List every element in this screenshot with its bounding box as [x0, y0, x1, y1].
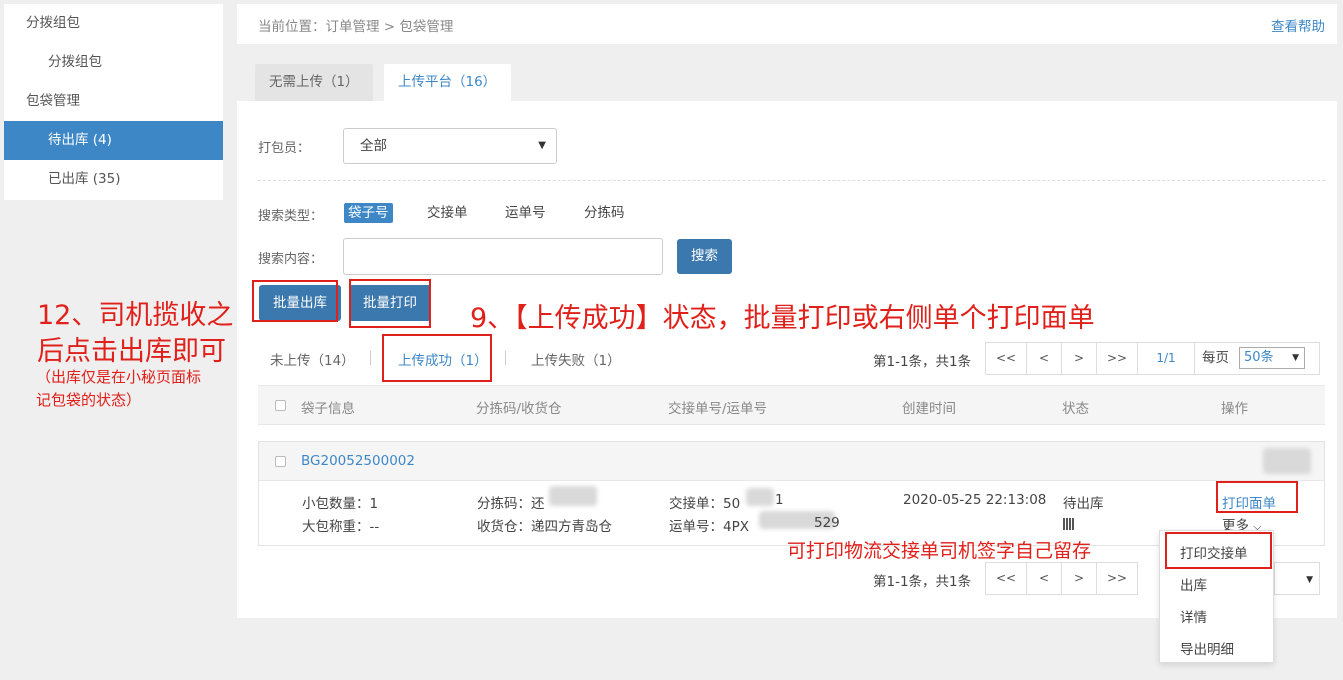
sidebar-item-pending-outbound[interactable]: 待出库 (4) — [4, 121, 223, 160]
highlight-batch-print — [349, 279, 431, 328]
receiving-warehouse: 收货仓：递四方青岛仓 — [477, 519, 612, 535]
sidebar-item-group-packing-sub[interactable]: 分拨组包 — [4, 43, 223, 82]
menu-item-outbound[interactable]: 出库 — [1180, 574, 1207, 594]
menu-item-details[interactable]: 详情 — [1180, 606, 1207, 626]
big-package-weight: 大包称重：-- — [302, 519, 380, 535]
per-page-box-bottom[interactable]: ▼ — [1274, 562, 1320, 595]
row-header: BG20052500002 — [259, 442, 1324, 481]
last-page-button-bottom[interactable]: >> — [1096, 562, 1138, 595]
row-checkbox[interactable] — [275, 456, 286, 467]
annotation-step12-note2: 记包袋的状态） — [36, 391, 142, 409]
annotation-print-handover: 可打印物流交接单司机签字自己留存 — [787, 540, 1092, 562]
waybill-number: 运单号：4PX — [669, 519, 749, 535]
column-header: 袋子信息 — [301, 401, 355, 417]
divider — [505, 351, 506, 365]
per-page-select[interactable]: 50条 ▼ — [1239, 347, 1305, 369]
breadcrumb: 当前位置：订单管理 > 包袋管理 — [258, 19, 454, 35]
first-page-button-bottom[interactable]: << — [985, 562, 1027, 595]
status-text: 待出库 — [1063, 496, 1104, 512]
tab-bar: 无需上传（1） 上传平台（16） — [237, 56, 1337, 101]
search-type-sort-code[interactable]: 分拣码 — [580, 203, 629, 223]
bag-number-link[interactable]: BG20052500002 — [301, 453, 415, 469]
packer-select[interactable]: 全部 ▼ — [343, 128, 557, 164]
menu-item-export-details[interactable]: 导出明细 — [1180, 638, 1234, 658]
annotation-step12-note1: （出库仅是在小秘页面标 — [36, 368, 202, 386]
sort-code: 分拣码：还 — [477, 496, 545, 512]
highlight-print-label — [1216, 481, 1298, 513]
sidebar-item-outbound-done[interactable]: 已出库 (35) — [4, 160, 223, 199]
blurred-area — [549, 486, 597, 506]
column-header: 状态 — [1062, 401, 1089, 417]
small-package-count: 小包数量：1 — [302, 496, 379, 512]
last-page-button[interactable]: >> — [1096, 342, 1138, 375]
waybill-number-tail: 529 — [814, 515, 840, 531]
search-type-waybill[interactable]: 运单号 — [501, 203, 550, 223]
created-time: 2020-05-25 22:13:08 — [903, 492, 1047, 508]
search-type-handover[interactable]: 交接单 — [423, 203, 472, 223]
pagination-info: 第1-1条，共1条 — [873, 354, 972, 370]
per-page-box: 每页 50条 ▼ — [1194, 342, 1320, 375]
packer-select-value: 全部 — [360, 138, 387, 154]
search-content-label: 搜索内容： — [258, 252, 324, 267]
divider — [370, 351, 371, 365]
caret-down-icon: ▼ — [538, 140, 546, 151]
annotation-step12-line1: 12、司机揽收之 — [37, 300, 234, 331]
prev-page-button[interactable]: < — [1026, 342, 1062, 375]
blurred-area — [746, 488, 774, 506]
handover-number-tail: 1 — [775, 492, 784, 508]
search-input[interactable] — [343, 238, 663, 275]
next-page-button-bottom[interactable]: > — [1061, 562, 1097, 595]
tab-upload-platform[interactable]: 上传平台（16） — [384, 64, 511, 101]
packer-label: 打包员： — [258, 141, 311, 156]
help-link[interactable]: 查看帮助 — [1271, 15, 1325, 35]
sidebar: 分拨组包 分拨组包 包袋管理 待出库 (4) 已出库 (35) — [4, 4, 223, 200]
column-header: 操作 — [1221, 401, 1248, 417]
annotation-step9: 9、【上传成功】状态，批量打印或右侧单个打印面单 — [470, 303, 1095, 334]
highlight-upload-success-tab — [382, 334, 492, 382]
pagination-info-bottom: 第1-1条，共1条 — [873, 574, 972, 590]
first-page-button[interactable]: << — [985, 342, 1027, 375]
tab-no-upload[interactable]: 无需上传（1） — [255, 64, 373, 101]
next-page-button[interactable]: > — [1061, 342, 1097, 375]
per-page-value: 50条 — [1244, 350, 1274, 365]
table-header: 袋子信息 分拣码/收货仓 交接单号/运单号 创建时间 状态 操作 — [258, 385, 1325, 425]
caret-down-icon: ▼ — [1292, 353, 1299, 363]
column-header: 交接单号/运单号 — [668, 401, 768, 417]
handover-number: 交接单：50 — [669, 496, 741, 512]
highlight-print-handover — [1165, 532, 1272, 569]
per-page-label: 每页 — [1202, 350, 1229, 366]
barcode-icon — [1063, 518, 1075, 530]
column-header: 创建时间 — [902, 401, 956, 417]
search-type-label: 搜索类型： — [258, 209, 324, 224]
sidebar-item-bag-management[interactable]: 包袋管理 — [4, 82, 223, 121]
blurred-area — [1263, 448, 1311, 474]
subtab-not-uploaded[interactable]: 未上传（14） — [270, 349, 355, 369]
column-header: 分拣码/收货仓 — [476, 401, 562, 417]
divider — [258, 180, 1325, 181]
search-type-bag-no[interactable]: 袋子号 — [344, 203, 393, 223]
breadcrumb-bar: 当前位置：订单管理 > 包袋管理 查看帮助 — [237, 4, 1337, 44]
caret-down-icon: ▼ — [1306, 575, 1313, 585]
page-indicator: 1/1 — [1137, 342, 1195, 375]
highlight-batch-outbound — [252, 280, 338, 322]
select-all-checkbox[interactable] — [275, 400, 286, 411]
sidebar-item-group-packing[interactable]: 分拨组包 — [4, 4, 223, 43]
prev-page-button-bottom[interactable]: < — [1026, 562, 1062, 595]
subtab-upload-failed[interactable]: 上传失败（1） — [531, 349, 621, 369]
annotation-step12-line2: 后点击出库即可 — [37, 336, 226, 367]
search-button[interactable]: 搜索 — [677, 239, 732, 274]
